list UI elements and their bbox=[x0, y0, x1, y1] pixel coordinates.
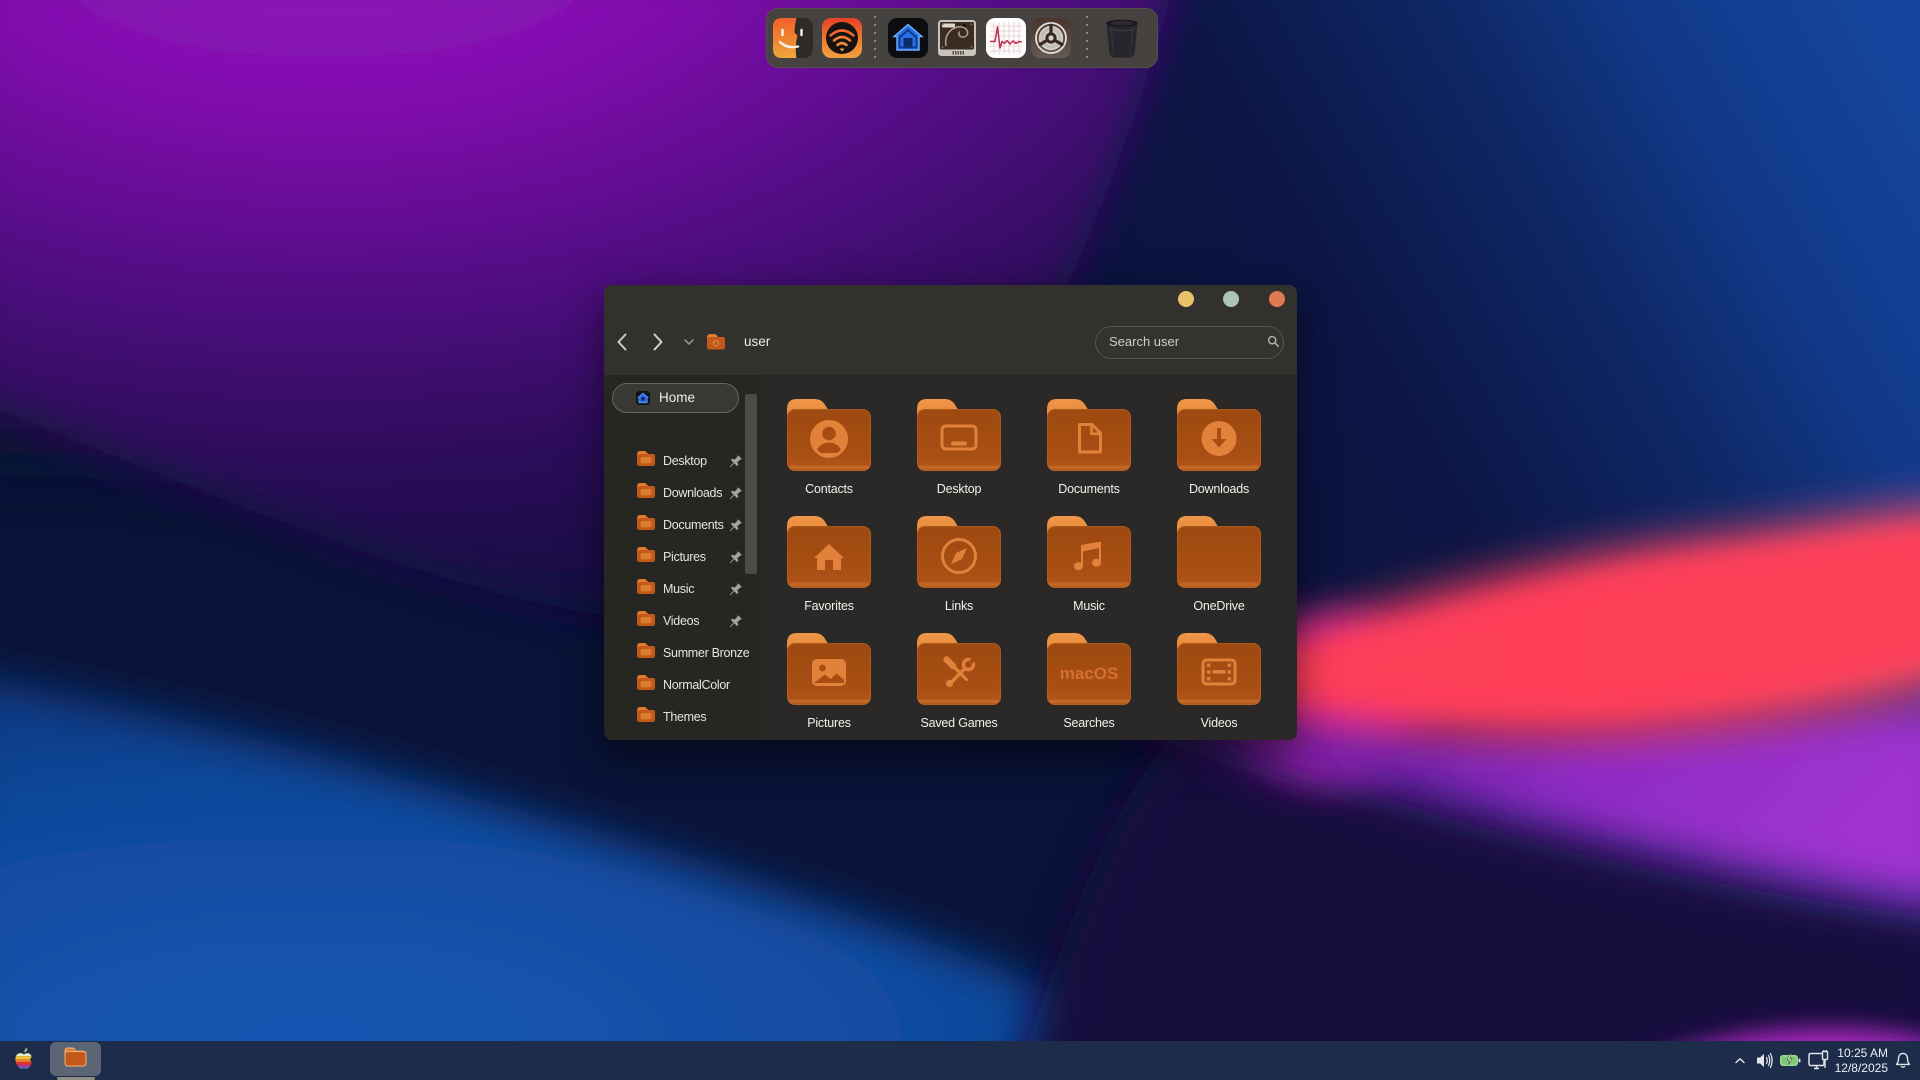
svg-text:macOS: macOS bbox=[1060, 664, 1119, 683]
